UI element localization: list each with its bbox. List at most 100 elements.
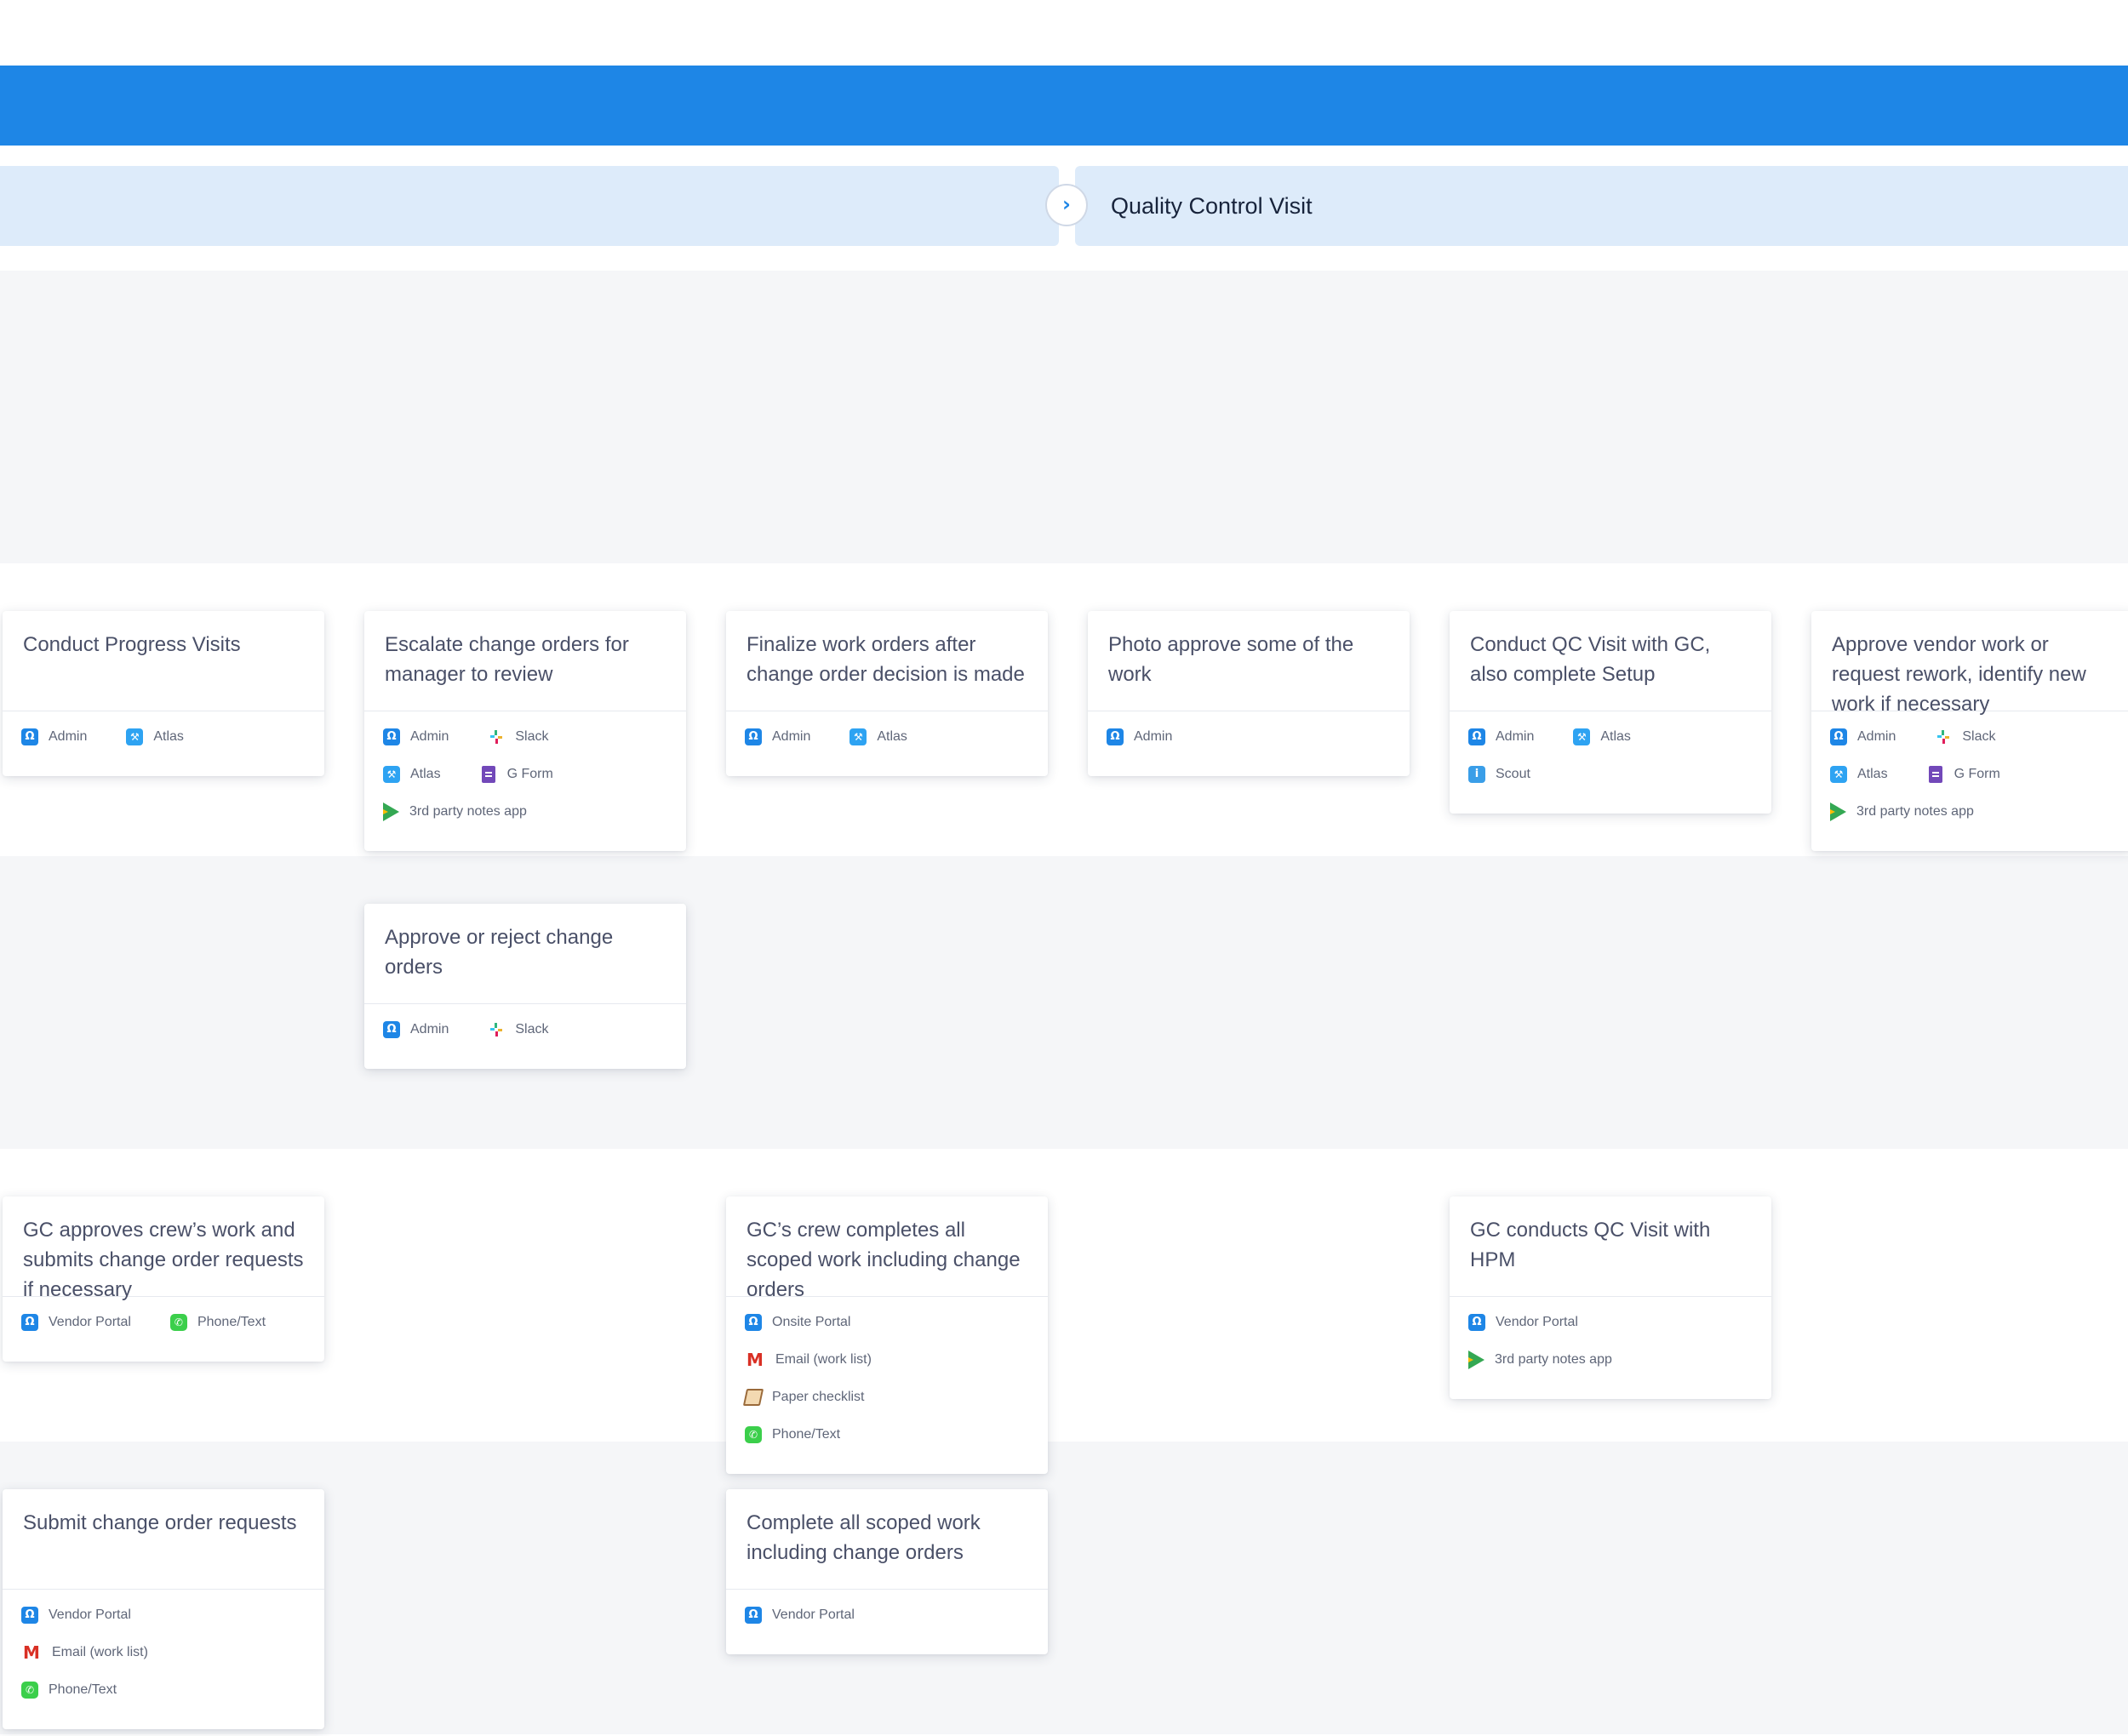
tool-tag: Slack xyxy=(488,728,548,745)
tool-list: Ω Vendor Portal 3rd party notes app xyxy=(1450,1297,1771,1399)
step-title: Complete all scoped work including chang… xyxy=(726,1489,1048,1590)
play-store-icon xyxy=(383,802,399,821)
tool-tag: 3rd party notes app xyxy=(1468,1351,1612,1369)
tool-label: Admin xyxy=(410,729,449,744)
swimlane xyxy=(0,856,2128,1149)
gform-icon xyxy=(1928,766,1942,783)
step-title: Approve or reject change orders xyxy=(364,904,686,1004)
tool-tag: Ω Vendor Portal xyxy=(745,1607,855,1624)
tool-tag: ⚒ Atlas xyxy=(126,728,184,745)
tool-label: Vendor Portal xyxy=(49,1315,131,1329)
tool-tag: Ω Admin xyxy=(745,728,810,745)
step-card[interactable]: Photo approve some of the work Ω Admin xyxy=(1088,611,1410,776)
tool-tag: G Form xyxy=(480,766,553,783)
tool-tag: Slack xyxy=(1935,728,1995,745)
tool-tag: Ω Onsite Portal xyxy=(745,1314,850,1331)
phone-icon: ✆ xyxy=(169,1314,187,1331)
tool-label: Admin xyxy=(49,729,88,744)
step-card[interactable]: Complete all scoped work including chang… xyxy=(726,1489,1048,1654)
tool-label: Vendor Portal xyxy=(49,1608,131,1622)
tool-list: Ω Admin ⚒ Atlas i Scout xyxy=(1450,711,1771,814)
tool-tag: Slack xyxy=(488,1021,548,1038)
step-title: GC conducts QC Visit with HPM xyxy=(1450,1196,1771,1297)
tool-label: Vendor Portal xyxy=(772,1608,855,1622)
tool-label: Slack xyxy=(1962,729,1996,744)
step-card[interactable]: GC approves crew’s work and submits chan… xyxy=(3,1196,324,1362)
tool-label: Admin xyxy=(1134,729,1173,744)
tool-label: Vendor Portal xyxy=(1496,1315,1578,1329)
step-card[interactable]: GC’s crew completes all scoped work incl… xyxy=(726,1196,1048,1474)
tool-label: Slack xyxy=(515,1022,549,1036)
tool-list: Ω Vendor Portal xyxy=(726,1590,1048,1654)
tool-label: 3rd party notes app xyxy=(409,804,527,819)
atlas-icon: ⚒ xyxy=(1573,728,1591,745)
tool-label: G Form xyxy=(1954,767,2000,781)
tool-label: Atlas xyxy=(153,729,184,744)
tool-tag: ⚒ Atlas xyxy=(849,728,907,745)
tool-list: Ω Admin Slack ⚒ Atlas G Form 3rd party notes a… xyxy=(1811,711,2128,851)
tool-tag: Ω Vendor Portal xyxy=(1468,1314,1578,1331)
tool-list: Ω Admin Slack ⚒ Atlas G Form 3rd party notes a… xyxy=(364,711,686,851)
tool-label: Atlas xyxy=(1600,729,1631,744)
tool-label: Email (work list) xyxy=(775,1352,872,1367)
admin-icon: Ω xyxy=(1468,728,1485,745)
step-card[interactable]: Approve vendor work or request rework, i… xyxy=(1811,611,2128,851)
step-title: Conduct QC Visit with GC, also complete … xyxy=(1450,611,1771,711)
admin-icon: Ω xyxy=(1107,728,1124,745)
gmail-icon: M xyxy=(23,1642,40,1663)
play-store-icon xyxy=(1830,802,1846,821)
atlas-icon: ⚒ xyxy=(1830,766,1847,783)
tool-list: Ω Vendor Portal M Email (work list) ✆ Phone/T… xyxy=(3,1590,324,1729)
tool-label: Phone/Text xyxy=(197,1315,266,1329)
tool-list: Ω Vendor Portal ✆ Phone/Text xyxy=(3,1297,324,1362)
scout-icon: i xyxy=(1468,766,1485,783)
atlas-icon: ⚒ xyxy=(126,728,144,745)
admin-icon: Ω xyxy=(383,728,400,745)
tool-label: 3rd party notes app xyxy=(1856,804,1974,819)
tool-tag: 3rd party notes app xyxy=(383,802,527,821)
step-card[interactable]: Conduct QC Visit with GC, also complete … xyxy=(1450,611,1771,814)
tool-label: Slack xyxy=(515,729,549,744)
tool-tag: i Scout xyxy=(1468,766,1530,783)
step-title: Photo approve some of the work xyxy=(1088,611,1410,711)
slack-icon xyxy=(1935,728,1953,745)
tool-label: Admin xyxy=(772,729,811,744)
tool-label: Admin xyxy=(410,1022,449,1036)
step-card[interactable]: Conduct Progress Visits Ω Admin ⚒ Atlas xyxy=(3,611,324,776)
step-card[interactable]: Submit change order requests Ω Vendor Port… xyxy=(3,1489,324,1729)
tool-tag: M Email (work list) xyxy=(745,1351,872,1368)
step-title: GC approves crew’s work and submits chan… xyxy=(3,1196,324,1301)
tool-label: Phone/Text xyxy=(49,1682,117,1697)
step-card[interactable]: GC conducts QC Visit with HPM Ω Vendor Por… xyxy=(1450,1196,1771,1399)
tool-tag: G Form xyxy=(1927,766,2000,783)
tool-tag: Ω Admin xyxy=(383,728,449,745)
tool-list: Ω Admin ⚒ Atlas xyxy=(3,711,324,776)
admin-icon: Ω xyxy=(1468,1314,1485,1331)
tool-label: Atlas xyxy=(1857,767,1888,781)
admin-icon: Ω xyxy=(1830,728,1847,745)
tool-tag: Ω Admin xyxy=(1468,728,1534,745)
step-title: Conduct Progress Visits xyxy=(3,611,324,711)
tool-tag: ⚒ Atlas xyxy=(1573,728,1631,745)
tool-tag: ⚒ Atlas xyxy=(383,766,441,783)
tool-list: Ω Admin ⚒ Atlas xyxy=(726,711,1048,776)
phone-icon: ✆ xyxy=(21,1682,38,1699)
step-card[interactable]: Escalate change orders for manager to re… xyxy=(364,611,686,851)
play-store-icon xyxy=(1468,1351,1484,1369)
step-card[interactable]: Approve or reject change orders Ω Admin Sla… xyxy=(364,904,686,1069)
admin-icon: Ω xyxy=(383,1021,400,1038)
step-card[interactable]: Finalize work orders after change order … xyxy=(726,611,1048,776)
gmail-icon: M xyxy=(747,1350,764,1370)
step-title: GC’s crew completes all scoped work incl… xyxy=(726,1196,1048,1301)
tool-tag: Paper checklist xyxy=(742,1389,865,1406)
stage-next-button[interactable]: › xyxy=(1045,184,1088,226)
phone-icon: ✆ xyxy=(745,1426,762,1443)
admin-icon: Ω xyxy=(745,728,762,745)
step-title: Approve vendor work or request rework, i… xyxy=(1811,611,2128,716)
tool-list: Ω Admin xyxy=(1088,711,1410,776)
chevron-right-icon: › xyxy=(1062,192,1071,216)
tool-label: Atlas xyxy=(877,729,907,744)
step-title: Submit change order requests xyxy=(3,1489,324,1590)
stage-title: Quality Control Visit xyxy=(1111,193,1313,219)
atlas-icon: ⚒ xyxy=(849,728,867,745)
